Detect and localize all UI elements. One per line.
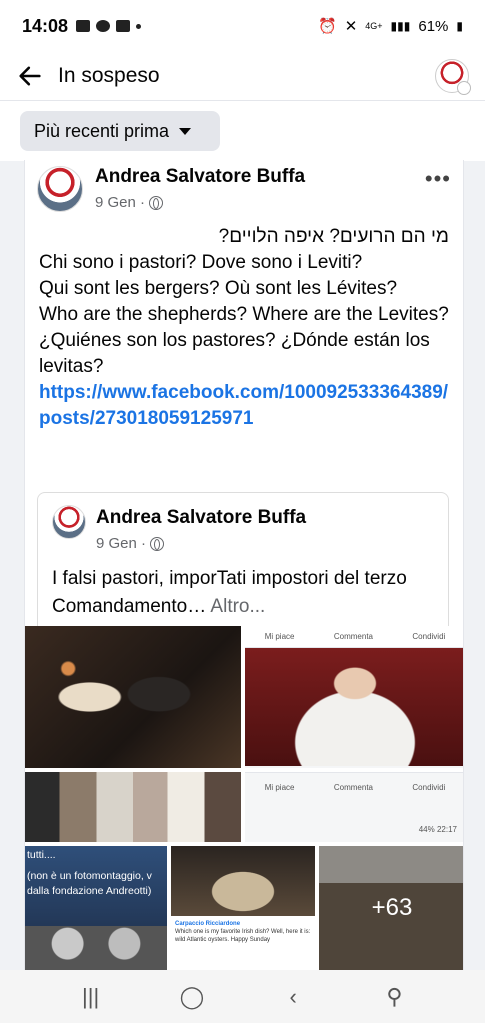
mini-status: 44% 22:17	[418, 825, 457, 834]
post-line-french: Qui sont les bergers? Où sont les Lévite…	[39, 278, 398, 299]
filter-area: Più recenti prima	[0, 101, 485, 161]
facebook-icon	[96, 20, 111, 32]
shared-post-meta: 9 Gen ·	[96, 535, 165, 552]
profile-avatar[interactable]	[435, 59, 471, 95]
globe-icon	[150, 536, 165, 551]
post-card: Andrea Salvatore Buffa 9 Gen · ••• מי הם…	[24, 160, 464, 970]
battery-label: 61%	[418, 17, 449, 35]
photo-embrace[interactable]	[25, 626, 241, 768]
caption-line-3: dalla fondazione Andreotti)	[27, 885, 152, 897]
photo-grid: Mi piace Commenta Condividi Mi piace Com…	[25, 626, 463, 970]
photo-caption: tutti.... (non è un fotomontaggio, v dal…	[25, 846, 167, 901]
gallery-icon	[76, 20, 91, 32]
network-label: 4G+	[365, 21, 383, 31]
author-name[interactable]: Andrea Salvatore Buffa	[95, 166, 305, 188]
alarm-icon: ⏰	[318, 18, 337, 35]
sort-label: Più recenti prima	[34, 120, 170, 141]
accessibility-icon[interactable]: ⚲	[374, 977, 414, 1017]
signal-icon: ▮▮▮	[390, 19, 411, 33]
post-text: מי הם הרועים? איפה הלויים? Chi sono i pa…	[39, 224, 449, 432]
photo-oysters-image	[171, 846, 315, 916]
photo-more[interactable]: +63	[319, 846, 463, 970]
see-more-link[interactable]: Altro...	[210, 596, 265, 617]
photo-comment: Carpaccio Ricciardone Which one is my fa…	[175, 920, 311, 944]
shared-author-name[interactable]: Andrea Salvatore Buffa	[96, 507, 306, 529]
author-avatar[interactable]	[37, 166, 83, 212]
more-photos-count: +63	[371, 894, 413, 921]
photo-gesture	[245, 648, 463, 766]
shared-post[interactable]: Andrea Salvatore Buffa 9 Gen · I falsi p…	[37, 492, 449, 632]
caret-down-icon	[179, 127, 192, 135]
globe-icon	[149, 195, 164, 210]
status-bar: 14:08 ⏰ ✕ 4G+ ▮▮▮ 61% ▮	[0, 0, 485, 52]
caption-line-1: tutti....	[27, 849, 56, 861]
post-date[interactable]: 9 Gen ·	[95, 194, 145, 211]
photo-action-bar-2: Mi piace Commenta Condividi	[245, 783, 463, 792]
system-nav-bar: ||| ◯ ‹ ⚲	[0, 970, 485, 1023]
mute-icon: ✕	[344, 18, 358, 35]
home-icon[interactable]: ◯	[172, 977, 212, 1017]
like-label-2: Mi piace	[264, 783, 295, 792]
app-bar: In sospeso	[0, 52, 485, 100]
status-right: ⏰ ✕ 4G+ ▮▮▮ 61% ▮	[318, 17, 463, 36]
post-header: Andrea Salvatore Buffa 9 Gen · •••	[37, 166, 457, 216]
post-line-hebrew: מי הם הרועים? איפה הלויים?	[218, 226, 449, 247]
share-label-2: Condividi	[412, 783, 446, 792]
post-link[interactable]: https://www.facebook.com/100092533364389…	[39, 380, 449, 432]
recents-icon[interactable]: |||	[71, 977, 111, 1017]
comment-text: Which one is my favorite Irish dish? Wel…	[175, 929, 311, 943]
caption-line-2: (non è un fotomontaggio, v	[27, 870, 152, 882]
comment-author: Carpaccio Ricciardone	[175, 921, 241, 927]
photo-screenshot-bar[interactable]: Mi piace Commenta Condividi 44% 22:17	[245, 772, 463, 842]
comment-label: Commenta	[333, 632, 373, 641]
shared-post-text: I falsi pastori, imporTati impostori del…	[52, 565, 442, 621]
photo-bw	[25, 926, 167, 970]
photo-collage[interactable]	[25, 772, 241, 842]
back-arrow-icon[interactable]	[16, 62, 44, 90]
post-meta: 9 Gen ·	[95, 194, 164, 211]
more-options-icon[interactable]: •••	[425, 166, 451, 192]
sort-dropdown[interactable]: Più recenti prima	[20, 111, 220, 151]
battery-icon: ▮	[456, 19, 463, 33]
shared-author-avatar[interactable]	[52, 505, 86, 539]
like-label: Mi piace	[264, 632, 295, 641]
post-line-italian: Chi sono i pastori? Dove sono i Leviti?	[39, 252, 363, 273]
share-label: Condividi	[412, 632, 446, 641]
flag-icon	[116, 20, 131, 32]
post-line-spanish: ¿Quiénes son los pastores? ¿Dónde están …	[39, 330, 430, 377]
photo-screenshot[interactable]: Mi piace Commenta Condividi	[245, 626, 463, 768]
post-line-english: Who are the shepherds? Where are the Lev…	[39, 304, 449, 325]
shared-post-date[interactable]: 9 Gen ·	[96, 535, 146, 552]
photo-action-bar: Mi piace Commenta Condividi	[245, 626, 463, 648]
notification-icons	[76, 20, 142, 32]
photo-caption-card[interactable]: tutti.... (non è un fotomontaggio, v dal…	[25, 846, 167, 970]
photo-oysters[interactable]: Carpaccio Ricciardone Which one is my fa…	[171, 846, 315, 970]
more-notifications-icon	[136, 23, 142, 29]
page-title: In sospeso	[58, 64, 160, 87]
back-icon[interactable]: ‹	[273, 977, 313, 1017]
status-time: 14:08	[22, 15, 69, 36]
comment-label-2: Commenta	[333, 783, 373, 792]
